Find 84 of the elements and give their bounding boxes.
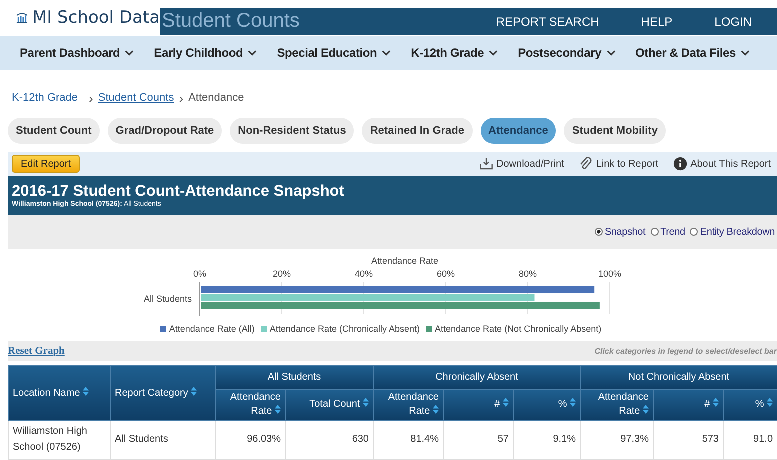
nav-menu[interactable]: Early Childhood xyxy=(154,46,258,60)
sort-icon[interactable] xyxy=(570,398,576,407)
report-tab[interactable]: Student Mobility xyxy=(564,118,666,144)
column-header[interactable]: Attendance Rate xyxy=(216,390,286,420)
breadcrumb-link[interactable]: Attendance xyxy=(188,92,244,104)
header-link[interactable]: LOGIN xyxy=(714,14,752,28)
header-link[interactable]: REPORT SEARCH xyxy=(496,14,600,28)
sort-icon[interactable] xyxy=(433,405,439,414)
report-tab[interactable]: Attendance xyxy=(480,118,556,144)
table-cell: 57 xyxy=(444,420,514,460)
legend-item[interactable]: Attendance Rate (Chronically Absent) xyxy=(260,324,420,334)
group-header: Chronically Absent xyxy=(374,366,580,390)
column-header[interactable]: Location Name xyxy=(8,366,110,420)
report-tab[interactable]: Student Count xyxy=(8,118,100,144)
view-radio[interactable]: Trend xyxy=(650,226,686,238)
toolbar-link[interactable]: Download/Print xyxy=(478,157,564,171)
category-label: All Students xyxy=(144,294,192,304)
breadcrumb-link[interactable]: K-12th Grade xyxy=(12,92,78,104)
legend-item[interactable]: Attendance Rate (All) xyxy=(160,324,255,334)
column-header[interactable]: % xyxy=(514,390,580,420)
column-header[interactable]: # xyxy=(444,390,514,420)
sort-icon[interactable] xyxy=(767,398,774,407)
report-tab[interactable]: Grad/Dropout Rate xyxy=(108,118,222,144)
tick-label: 20% xyxy=(273,269,291,279)
view-radio[interactable]: Snapshot xyxy=(594,226,646,238)
table-cell: 630 xyxy=(286,420,374,460)
column-header[interactable]: Total Count xyxy=(286,390,374,420)
report-tab[interactable]: Retained In Grade xyxy=(362,118,472,144)
toolbar-link[interactable]: Link to Report xyxy=(578,157,659,171)
group-header: Not Chronically Absent xyxy=(580,366,777,390)
tick-label: 80% xyxy=(519,269,537,279)
paperclip-icon xyxy=(578,157,594,171)
chevron-down-icon xyxy=(125,50,134,56)
table-cell: 97.3% xyxy=(580,420,654,460)
tick-label: 40% xyxy=(355,269,373,279)
breadcrumb-link[interactable]: Student Counts xyxy=(98,92,174,104)
chevron-down-icon xyxy=(382,50,392,56)
sort-icon[interactable] xyxy=(363,398,369,407)
nav-menu[interactable]: Parent Dashboard xyxy=(20,46,134,60)
download-icon xyxy=(478,157,494,171)
column-header[interactable]: Attendance Rate xyxy=(580,390,654,420)
table-cell: 9.1% xyxy=(514,420,580,460)
nav-menu[interactable]: Other & Data Files xyxy=(636,46,750,60)
group-header: All Students xyxy=(216,366,374,390)
tick-label: 0% xyxy=(194,269,206,279)
column-header[interactable]: # xyxy=(654,390,724,420)
column-header[interactable]: Report Category xyxy=(110,366,216,420)
edit-report-button[interactable]: Edit Report xyxy=(12,155,80,173)
chevron-down-icon xyxy=(489,50,498,56)
nav-menu[interactable]: Postsecondary xyxy=(518,46,616,60)
sort-icon[interactable] xyxy=(191,387,198,396)
sort-icon[interactable] xyxy=(643,405,649,414)
nav-menu[interactable]: K-12th Grade xyxy=(411,46,498,60)
breadcrumb-separator: › xyxy=(89,90,94,106)
report-tab[interactable]: Non-Resident Status xyxy=(230,118,354,144)
chevron-down-icon xyxy=(248,50,258,56)
info-icon xyxy=(672,157,688,171)
table-cell: Williamston High School (07526) xyxy=(8,420,110,460)
column-header[interactable]: % xyxy=(724,390,777,420)
table-cell: 96.03% xyxy=(216,420,286,460)
sort-icon[interactable] xyxy=(713,398,719,407)
table-cell: 573 xyxy=(654,420,724,460)
sort-icon[interactable] xyxy=(503,398,509,407)
breadcrumb-separator: › xyxy=(179,90,184,106)
table-cell: 81.4% xyxy=(374,420,444,460)
reset-graph-link[interactable]: Reset Graph xyxy=(8,346,65,356)
legend-hint: Click categories in legend to select/deselect bar xyxy=(594,346,777,356)
tick-label: 60% xyxy=(437,269,455,279)
chevron-down-icon xyxy=(740,50,750,56)
table-cell: All Students xyxy=(110,420,216,460)
toolbar-link[interactable]: About This Report xyxy=(672,157,771,171)
report-title: 2016-17 Student Count-Attendance Snapshot xyxy=(12,183,346,200)
chevron-down-icon xyxy=(606,50,616,56)
tick-label: 100% xyxy=(598,269,622,279)
header-link[interactable]: HELP xyxy=(641,14,673,28)
axis-title: Attendance Rate xyxy=(371,256,439,266)
site-logo[interactable]: MI School Data xyxy=(32,8,160,28)
legend-item[interactable]: Attendance Rate (Not Chronically Absent) xyxy=(426,324,602,334)
column-header[interactable]: Attendance Rate xyxy=(374,390,444,420)
sort-icon[interactable] xyxy=(275,405,281,414)
sort-icon[interactable] xyxy=(83,387,90,396)
page-title: Student Counts xyxy=(162,10,301,33)
nav-menu[interactable]: Special Education xyxy=(277,46,392,60)
view-radio[interactable]: Entity Breakdown xyxy=(690,226,775,238)
